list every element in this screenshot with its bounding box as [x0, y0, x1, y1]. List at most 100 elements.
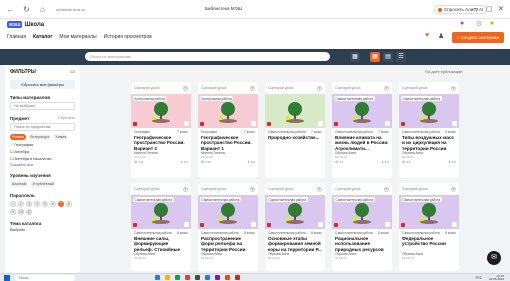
- chip-basic[interactable]: Базовый: [10, 181, 29, 187]
- card-cover[interactable]: Контрольная работа: [131, 94, 191, 128]
- chat-assistant-button[interactable]: ✉: [487, 251, 501, 265]
- back-icon[interactable]: ←: [5, 4, 16, 15]
- card-title[interactable]: Влияние климата на жизнь людей в России.…: [332, 134, 392, 151]
- card-cover[interactable]: Самостоятельная работа: [198, 195, 258, 229]
- grade-11[interactable]: 11: [26, 209, 32, 215]
- download-icon[interactable]: [318, 121, 323, 126]
- grade-9[interactable]: 9: [10, 209, 16, 215]
- assistant-extension[interactable]: Спросить Алису AI: [434, 5, 488, 14]
- material-card[interactable]: Сценарий урока ★ Самостоятельная работа Сам…: [131, 183, 191, 271]
- card-title[interactable]: Географическое пространство России. Вари…: [131, 134, 191, 151]
- checkbox-geography[interactable]: ✓ География: [10, 142, 75, 147]
- avatar[interactable]: ●: [490, 20, 494, 27]
- download-icon[interactable]: [318, 222, 323, 227]
- card-title[interactable]: Распространение форм рельефа на территор…: [198, 235, 258, 252]
- card-cover[interactable]: Самостоятельная работа: [332, 94, 392, 128]
- checkbox-algebra-analysis[interactable]: ☐ Алгебра и начала ан...: [10, 156, 75, 161]
- grade-1[interactable]: 1: [10, 201, 16, 207]
- download-icon[interactable]: [251, 121, 256, 126]
- grade-6[interactable]: 6: [50, 201, 56, 207]
- nav-catalog[interactable]: Каталог: [33, 34, 52, 40]
- minimize-icon[interactable]: –: [474, 5, 478, 12]
- grade-7[interactable]: 7: [58, 201, 64, 207]
- show-all-link[interactable]: Показать все: [10, 163, 75, 167]
- download-icon[interactable]: [452, 121, 457, 126]
- home-icon[interactable]: ⌂: [37, 4, 48, 15]
- chip-literature[interactable]: Литература: [28, 134, 52, 140]
- filter-view-icon[interactable]: ▦: [350, 52, 360, 62]
- grid-view-icon[interactable]: ▦: [370, 52, 380, 62]
- checkbox-algebra[interactable]: ☐ Алгебра: [10, 149, 75, 154]
- logo[interactable]: МЭШ Школа: [7, 21, 44, 28]
- card-title[interactable]: Федеральное устройство России: [399, 235, 459, 252]
- material-card[interactable]: Сценарий урока ★ Самостоятельная работа Сам…: [332, 82, 392, 178]
- download-icon[interactable]: [385, 222, 390, 227]
- clock[interactable]: 16:10 01.06.2024: [489, 274, 504, 281]
- material-card[interactable]: Сценарий урока ★ Самостоятельная работа Сам…: [198, 183, 258, 271]
- mail-icon[interactable]: [205, 275, 210, 280]
- grade-3[interactable]: 3: [26, 201, 32, 207]
- download-icon[interactable]: [251, 222, 256, 227]
- download-icon[interactable]: [385, 121, 390, 126]
- download-icon[interactable]: [452, 222, 457, 227]
- nav-my-materials[interactable]: Мои материалы: [59, 34, 96, 40]
- profile-icon[interactable]: ♟: [438, 32, 444, 40]
- collapse-icon[interactable]: ▭: [70, 69, 75, 75]
- subject-reset-link[interactable]: Сбросить: [58, 116, 75, 121]
- refresh-icon[interactable]: ↻: [21, 4, 32, 15]
- card-cover[interactable]: Самостоятельная работа: [399, 94, 459, 128]
- material-type-select[interactable]: Не выбрано: [10, 102, 75, 110]
- card-title[interactable]: Рациональное использование природных рес…: [332, 235, 392, 252]
- material-card[interactable]: Сценарий урока ★ Самостоятельная работа Сам…: [332, 183, 392, 271]
- app-icon[interactable]: [225, 275, 230, 280]
- grade-4[interactable]: 4: [34, 201, 40, 207]
- grade-2[interactable]: 2: [18, 201, 24, 207]
- bookmarks-icon[interactable]: ♥: [425, 32, 429, 39]
- taskbar-search[interactable]: Поиск: [15, 274, 75, 281]
- card-title[interactable]: Внешние силы, формирующие рельеф. Стихий…: [131, 235, 191, 252]
- card-cover[interactable]: [265, 94, 325, 128]
- bookmark-icon[interactable]: ★: [250, 186, 255, 192]
- create-material-button[interactable]: + Создать материал: [452, 32, 504, 43]
- subject-search-input[interactable]: Поиск по предметам: [10, 123, 75, 131]
- card-cover[interactable]: Самостоятельная работа: [265, 195, 325, 229]
- reset-filters-button[interactable]: Сбросить все фильтры: [10, 80, 75, 89]
- address-bar[interactable]: uchebnik.mos.ru: [56, 4, 126, 15]
- notifications-icon[interactable]: ●: [460, 20, 464, 27]
- material-card[interactable]: Сценарий урока ★ Самостоятельная работа Сам…: [399, 82, 459, 178]
- sort-select[interactable]: По дате публикации: [425, 69, 463, 74]
- download-icon[interactable]: [184, 121, 189, 126]
- bookmark-icon[interactable]: ★: [451, 85, 456, 91]
- chip-physics[interactable]: Физика: [10, 134, 27, 140]
- grade-8[interactable]: 8: [66, 201, 72, 207]
- choose-topic-link[interactable]: Выбрать: [10, 228, 75, 232]
- card-title[interactable]: Географическое пространство России. Вари…: [198, 134, 258, 151]
- grade-5[interactable]: 5: [42, 201, 48, 207]
- card-cover[interactable]: Самостоятельная работа: [131, 195, 191, 229]
- bookmark-icon[interactable]: ★: [250, 85, 255, 91]
- app-icon[interactable]: [195, 275, 200, 280]
- nav-history[interactable]: История просмотров: [104, 34, 152, 40]
- bookmark-icon[interactable]: ★: [317, 186, 322, 192]
- settings-icon[interactable]: ⚙: [476, 20, 482, 28]
- material-card[interactable]: Сценарий урока ★ Самостоятельная работа Сам…: [265, 183, 325, 271]
- grade-10[interactable]: 10: [18, 209, 24, 215]
- app-icon[interactable]: [235, 275, 240, 280]
- chip-advanced[interactable]: Углублённый: [30, 181, 57, 187]
- chip-chemistry[interactable]: Химия: [53, 134, 69, 140]
- app-icon[interactable]: [175, 275, 180, 280]
- close-icon[interactable]: ✕: [498, 5, 504, 13]
- material-card[interactable]: Сценарий урока ★ Контрольная работа Географ…: [198, 82, 258, 178]
- tile-view-icon[interactable]: ▤: [383, 52, 393, 62]
- bookmark-icon[interactable]: ★: [451, 186, 456, 192]
- download-icon[interactable]: [184, 222, 189, 227]
- browser-icon[interactable]: [185, 275, 190, 280]
- card-cover[interactable]: Самостоятельная работа: [399, 195, 459, 229]
- bookmark-icon[interactable]: ★: [183, 85, 188, 91]
- list-view-icon[interactable]: ☰: [396, 52, 406, 62]
- bookmark-icon[interactable]: ★: [183, 186, 188, 192]
- card-title[interactable]: Типы воздушных масс и их циркуляция на т…: [399, 134, 459, 151]
- card-title[interactable]: Основные этапы формирования земной коры …: [265, 235, 325, 252]
- material-card[interactable]: Сценарий урока ★ Самостоятельная работа 7 к…: [265, 82, 325, 178]
- folder-icon[interactable]: [165, 275, 170, 280]
